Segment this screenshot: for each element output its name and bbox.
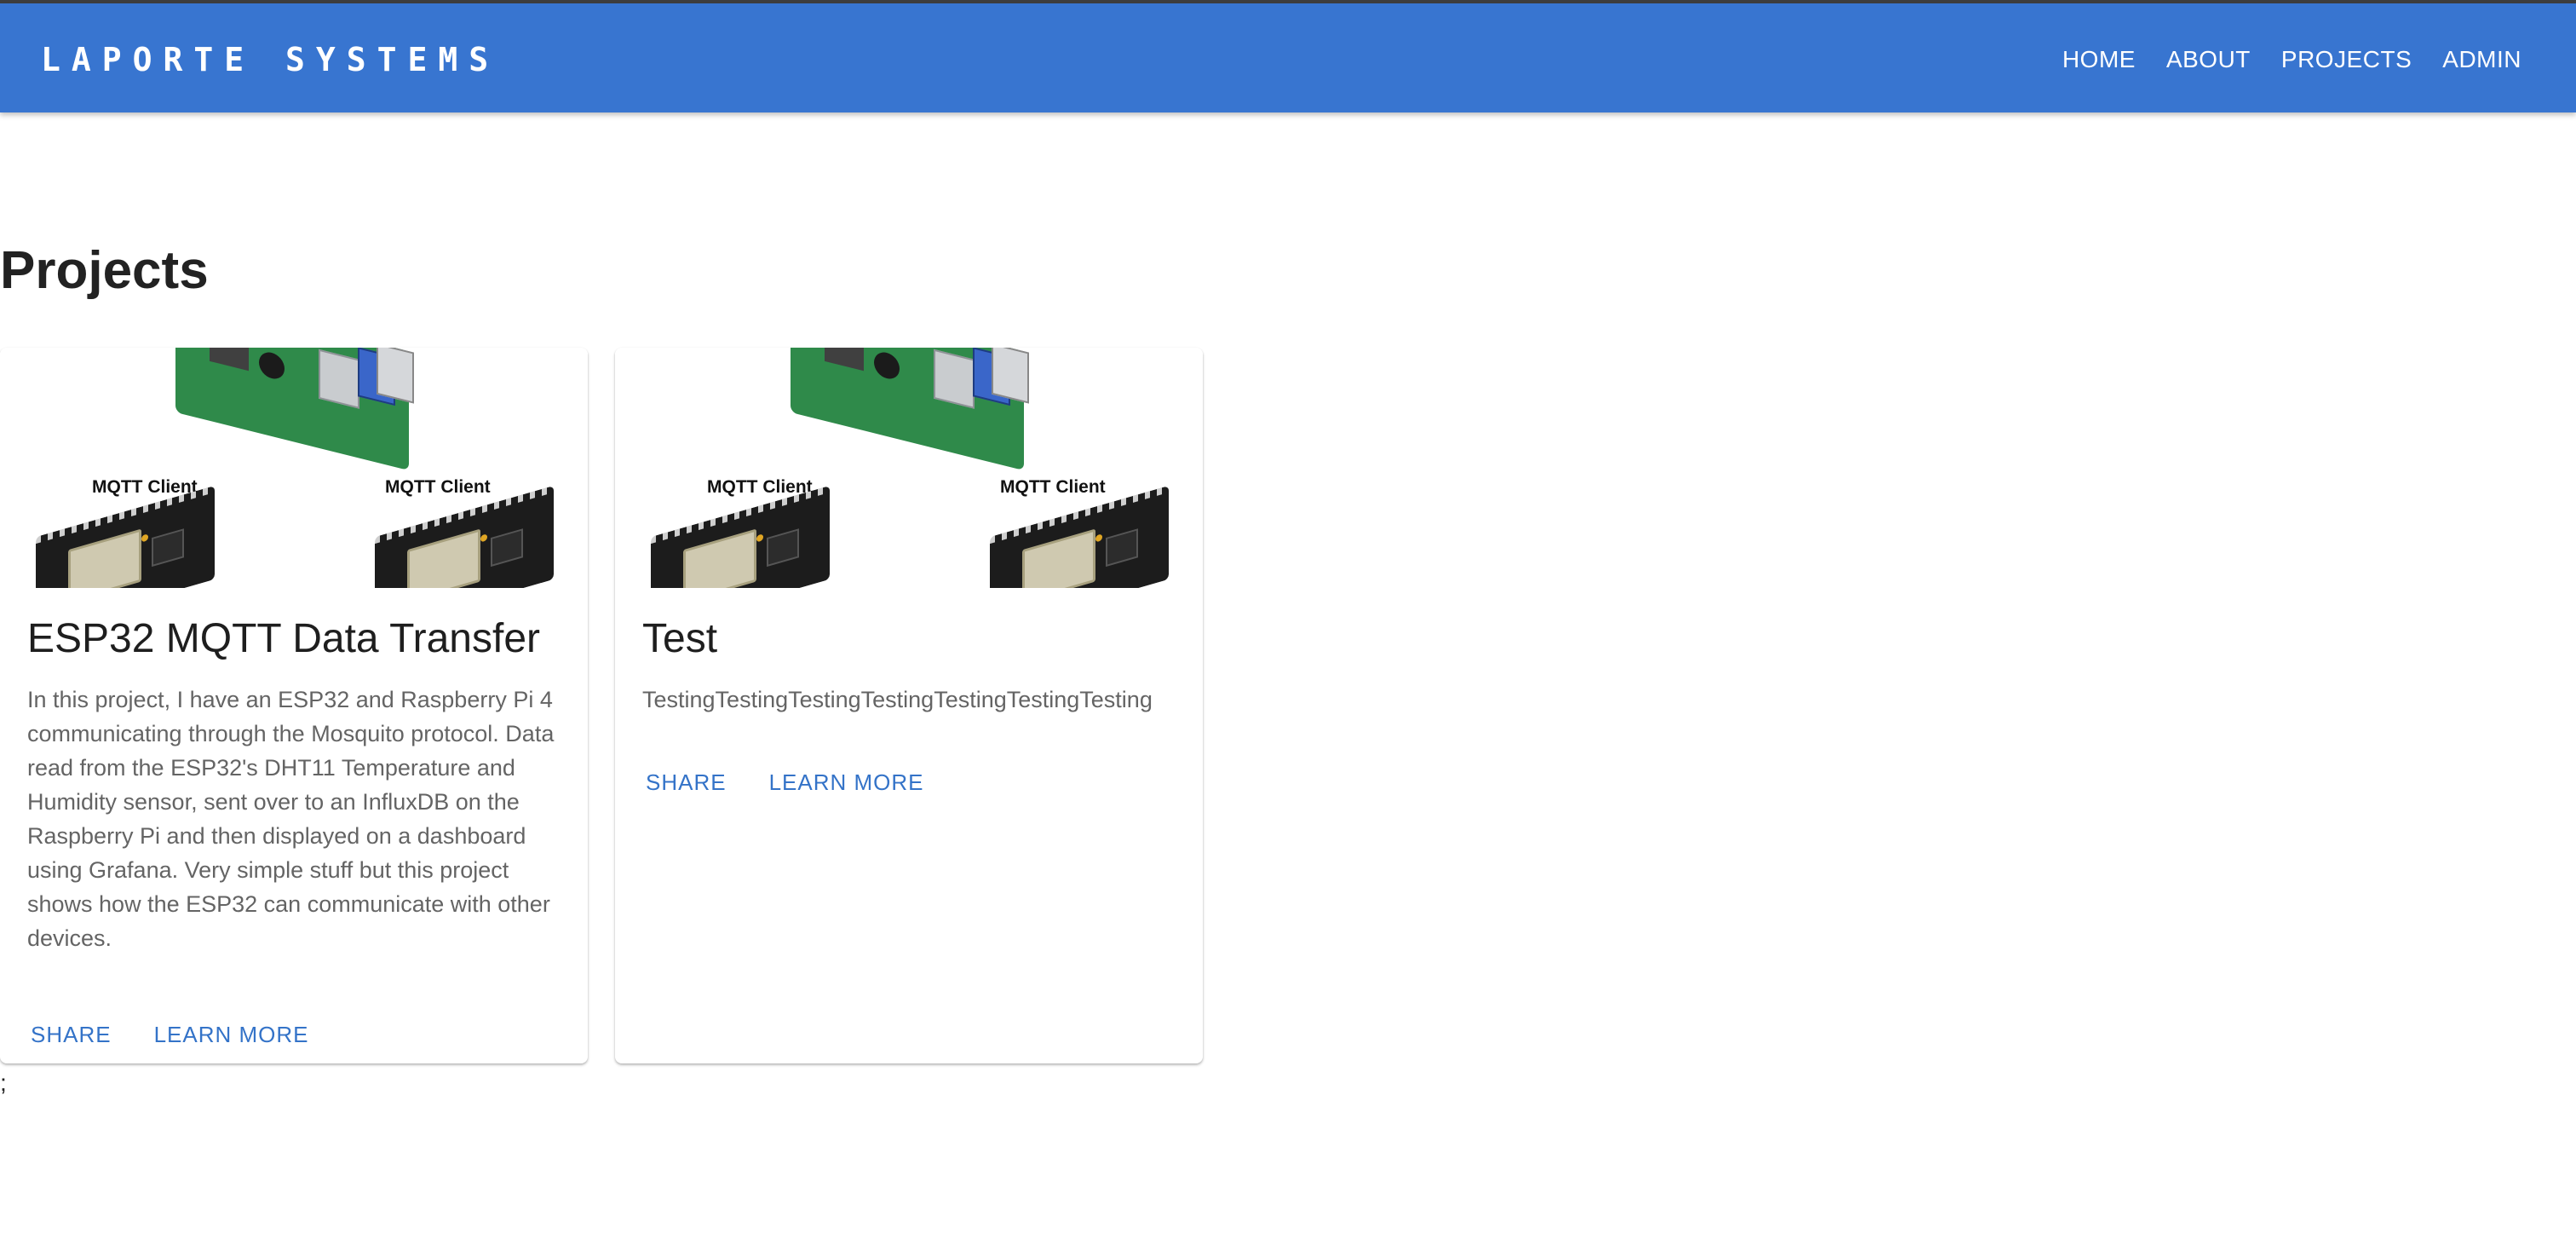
project-card-description: In this project, I have an ESP32 and Ras…: [27, 687, 555, 951]
top-nav: HOME ABOUT PROJECTS ADMIN: [2062, 39, 2521, 80]
share-button[interactable]: SHARE: [630, 762, 742, 803]
project-card: MQTT Client MQTT Client ESP32 MQTT Data …: [0, 348, 588, 1063]
esp32-board-image: [375, 485, 554, 588]
project-card-actions: SHARE LEARN MORE: [630, 762, 940, 803]
project-card-actions: SHARE LEARN MORE: [15, 1014, 325, 1055]
project-card-title: Test: [642, 616, 718, 661]
share-button[interactable]: SHARE: [15, 1014, 127, 1055]
project-card-title: ESP32 MQTT Data Transfer: [27, 616, 540, 661]
page-title: Projects: [0, 241, 209, 300]
image-label-mqtt-client: MQTT Client: [1000, 477, 1106, 497]
learn-more-button[interactable]: LEARN MORE: [139, 1014, 325, 1055]
nav-about-link[interactable]: ABOUT: [2166, 39, 2251, 80]
esp32-board-image: [36, 485, 215, 588]
raspberry-pi-board-image: [791, 348, 1029, 471]
brand-logo-link[interactable]: LAPORTE SYSTEMS: [41, 41, 499, 78]
esp32-board-image: [990, 485, 1169, 588]
project-card-description: TestingTestingTestingTestingTestingTesti…: [642, 687, 1153, 712]
app-bar: LAPORTE SYSTEMS HOME ABOUT PROJECTS ADMI…: [0, 0, 2576, 112]
project-card: MQTT Client MQTT Client Test TestingTest…: [615, 348, 1203, 1063]
esp32-board-image: [651, 485, 830, 588]
page: LAPORTE SYSTEMS HOME ABOUT PROJECTS ADMI…: [0, 0, 2576, 1239]
project-card-image: MQTT Client MQTT Client: [0, 348, 588, 588]
learn-more-button[interactable]: LEARN MORE: [754, 762, 940, 803]
raspberry-pi-board-image: [175, 348, 414, 471]
nav-admin-link[interactable]: ADMIN: [2442, 39, 2521, 80]
nav-home-link[interactable]: HOME: [2062, 39, 2136, 80]
image-label-mqtt-client: MQTT Client: [385, 477, 491, 497]
project-card-image: MQTT Client MQTT Client: [615, 348, 1203, 588]
nav-projects-link[interactable]: PROJECTS: [2281, 39, 2412, 80]
stray-text: ;: [0, 1069, 7, 1096]
